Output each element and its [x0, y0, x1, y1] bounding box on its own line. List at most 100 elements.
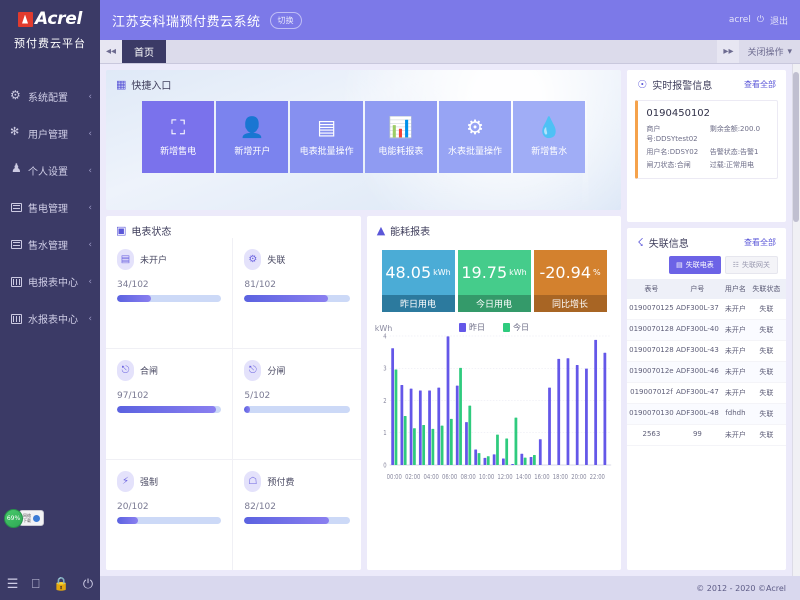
kpi-unit: kWh — [509, 268, 527, 277]
table-row[interactable]: 0190070125ADF300L-37未开户失联 — [627, 299, 786, 320]
meter-status-item-prepaid[interactable]: ☖ 预付费 82/102 — [233, 460, 360, 570]
table-row[interactable]: 256399未开户失联 — [627, 425, 786, 446]
tab-offline-gateways[interactable]: ☷ 失联网关 — [725, 256, 778, 274]
column-header-meter-no: 表号 — [627, 284, 675, 294]
table-row[interactable]: 0190070128ADF300L-40未开户失联 — [627, 320, 786, 341]
table-cell: 未开户 — [719, 430, 751, 440]
tile-label: 水表批量操作 — [448, 144, 502, 157]
alarm-field: 用户名:DDSY02 — [646, 147, 705, 157]
alarm-card[interactable]: 0190450102 商户号:DDSYtest02 剩余金额:200.0 用户名… — [635, 100, 778, 179]
brand-logo[interactable]: Acrel 预付费云平台 — [0, 0, 100, 64]
tile-energy-report[interactable]: 📊 电能耗报表 — [365, 101, 437, 173]
energy-report-header: ▲ 能耗报表 — [367, 216, 622, 238]
table-row[interactable]: 019007012fADF300L-47未开户失联 — [627, 383, 786, 404]
table-cell: 失联 — [751, 430, 781, 440]
grid-icon — [11, 203, 22, 212]
table-row[interactable]: 0190070128ADF300L-43未开户失联 — [627, 341, 786, 362]
switch-button[interactable]: 切换 — [270, 12, 302, 29]
offline-table: 表号 户号 用户名 失联状态 0190070125ADF300L-37未开户失联… — [627, 279, 786, 570]
meter-status-label: 失联 — [267, 253, 285, 266]
power-icon[interactable]: ⏻ — [83, 577, 93, 592]
meter-status-icon: ▣ — [116, 225, 126, 236]
sidebar: Acrel 预付费云平台 系统配置 ‹ 用户管理 ‹ 个人设置 ‹ 售 — [0, 0, 100, 600]
energy-chart: kWh 昨日 今日 — [367, 318, 622, 570]
sidebar-item-label: 售水管理 — [28, 237, 82, 252]
meter-status-item-switch-off[interactable]: ⎋ 分闸 5/102 — [233, 349, 360, 460]
svg-text:20:00: 20:00 — [571, 473, 586, 481]
tile-new-electricity-sale[interactable]: ⛶ 新增售电 — [142, 101, 214, 173]
sidebar-item-label: 售电管理 — [28, 200, 82, 215]
lock-icon[interactable]: 🔒 — [53, 577, 69, 592]
meter-status-value: 5/102 — [244, 391, 349, 401]
sidebar-item-system-config[interactable]: 系统配置 ‹ — [0, 78, 100, 115]
quick-entry-tiles: ⛶ 新增售电 👤 新增开户 ▤ 电表批量操作 — [106, 92, 621, 173]
column-header-username: 用户名 — [719, 284, 751, 294]
tab-close-menu[interactable]: 关闭操作 ▾ — [739, 40, 800, 63]
scrollbar-thumb[interactable] — [793, 72, 799, 222]
table-cell: ADF300L-46 — [675, 367, 719, 377]
tile-label: 新增开户 — [234, 144, 270, 157]
offline-icon: ⚙ — [244, 249, 261, 270]
table-cell: 未开户 — [719, 325, 751, 335]
tile-meter-batch-operation[interactable]: ▤ 电表批量操作 — [290, 101, 362, 173]
taskbar: ☰ ⎕ 🔒 ⏻ — [0, 568, 100, 600]
main-content: ▦ 快捷入口 ⛶ 新增售电 👤 新增开户 — [100, 64, 800, 576]
tab-offline-meters[interactable]: ▤ 失联电表 — [669, 256, 721, 274]
offline-panel: ☇ 失联信息 查看全部 ▤ 失联电表 ☷ 失联网关 — [627, 228, 786, 570]
legend-yesterday[interactable]: 昨日 — [459, 322, 485, 333]
header-user-area: acrel ⏻ 退出 — [729, 14, 788, 27]
main-scrollbar[interactable] — [792, 64, 800, 576]
bell-icon: ☉ — [637, 79, 647, 90]
logout-button[interactable]: 退出 — [770, 14, 788, 27]
menu-icon[interactable]: ☰ — [7, 577, 19, 592]
table-cell: 未开户 — [719, 304, 751, 314]
table-cell: ADF300L-43 — [675, 346, 719, 356]
table-cell: 失联 — [751, 388, 781, 398]
tile-new-account[interactable]: 👤 新增开户 — [216, 101, 288, 173]
meter-status-grid: ▤ 未开户 34/102 ⚙ 失联 — [106, 238, 361, 570]
tile-water-meter-batch-operation[interactable]: ⚙ 水表批量操作 — [439, 101, 511, 173]
table-header-row: 表号 户号 用户名 失联状态 — [627, 279, 786, 299]
kpi-label: 今日用电 — [458, 295, 531, 312]
tab-home[interactable]: 首页 — [122, 40, 166, 63]
svg-text:06:00: 06:00 — [442, 473, 457, 481]
tab-prev-button[interactable]: ◂◂ — [100, 40, 122, 63]
tile-new-water-sale[interactable]: 💧 新增售水 — [513, 101, 585, 173]
meter-status-title: 电表状态 — [131, 223, 171, 238]
sidebar-item-water-report-center[interactable]: 水报表中心 ‹ — [0, 300, 100, 337]
kpi-label: 同比增长 — [534, 295, 607, 312]
alarm-field: 闸刀状态:合闸 — [646, 160, 705, 170]
table-cell: ADF300L-37 — [675, 304, 719, 314]
legend-today[interactable]: 今日 — [503, 322, 529, 333]
meter-icon: ▤ — [117, 249, 134, 270]
display-icon[interactable]: ⎕ — [32, 577, 40, 592]
sidebar-item-user-management[interactable]: 用户管理 ‹ — [0, 115, 100, 152]
quick-entry-header: ▦ 快捷入口 — [106, 70, 621, 92]
meter-status-item-offline[interactable]: ⚙ 失联 81/102 — [233, 238, 360, 349]
meter-status-value: 82/102 — [244, 502, 349, 512]
sidebar-item-label: 系统配置 — [28, 89, 82, 104]
sidebar-item-electricity-sales[interactable]: 售电管理 ‹ — [0, 189, 100, 226]
tab-next-button[interactable]: ▸▸ — [717, 40, 739, 63]
sidebar-item-label: 用户管理 — [28, 126, 82, 141]
sidebar-item-water-sales[interactable]: 售水管理 ‹ — [0, 226, 100, 263]
meter-status-value: 34/102 — [117, 280, 221, 290]
system-monitor-widget[interactable]: 69% 网络 下载 — [4, 508, 88, 528]
meter-status-progress — [117, 517, 221, 524]
power-off-icon[interactable]: ⏻ — [757, 15, 764, 25]
application-window: Acrel 预付费云平台 系统配置 ‹ 用户管理 ‹ 个人设置 ‹ 售 — [0, 0, 800, 600]
alarm-id: 0190450102 — [646, 108, 769, 119]
meter-status-item-forced[interactable]: ⚡ 强制 20/102 — [106, 460, 233, 570]
alarm-view-all-link[interactable]: 查看全部 — [744, 79, 776, 90]
sidebar-item-personal-settings[interactable]: 个人设置 ‹ — [0, 152, 100, 189]
meter-status-item-switch-on[interactable]: ⎋ 合闸 97/102 — [106, 349, 233, 460]
meter-status-item-unopened[interactable]: ▤ 未开户 34/102 — [106, 238, 233, 349]
table-cell: 99 — [675, 430, 719, 440]
table-row[interactable]: 019007012eADF300L-46未开户失联 — [627, 362, 786, 383]
meter-status-progress — [117, 295, 221, 302]
table-row[interactable]: 0190070130ADF300L-48fdhdh失联 — [627, 404, 786, 425]
offline-view-all-link[interactable]: 查看全部 — [744, 237, 776, 248]
sidebar-item-electricity-report-center[interactable]: 电报表中心 ‹ — [0, 263, 100, 300]
bar-chart-svg: 0123400:0002:0004:0006:0008:0010:0012:00… — [373, 322, 616, 487]
alarm-panel: ☉ 实时报警信息 查看全部 0190450102 商户号:DDSYtest02 … — [627, 70, 786, 222]
